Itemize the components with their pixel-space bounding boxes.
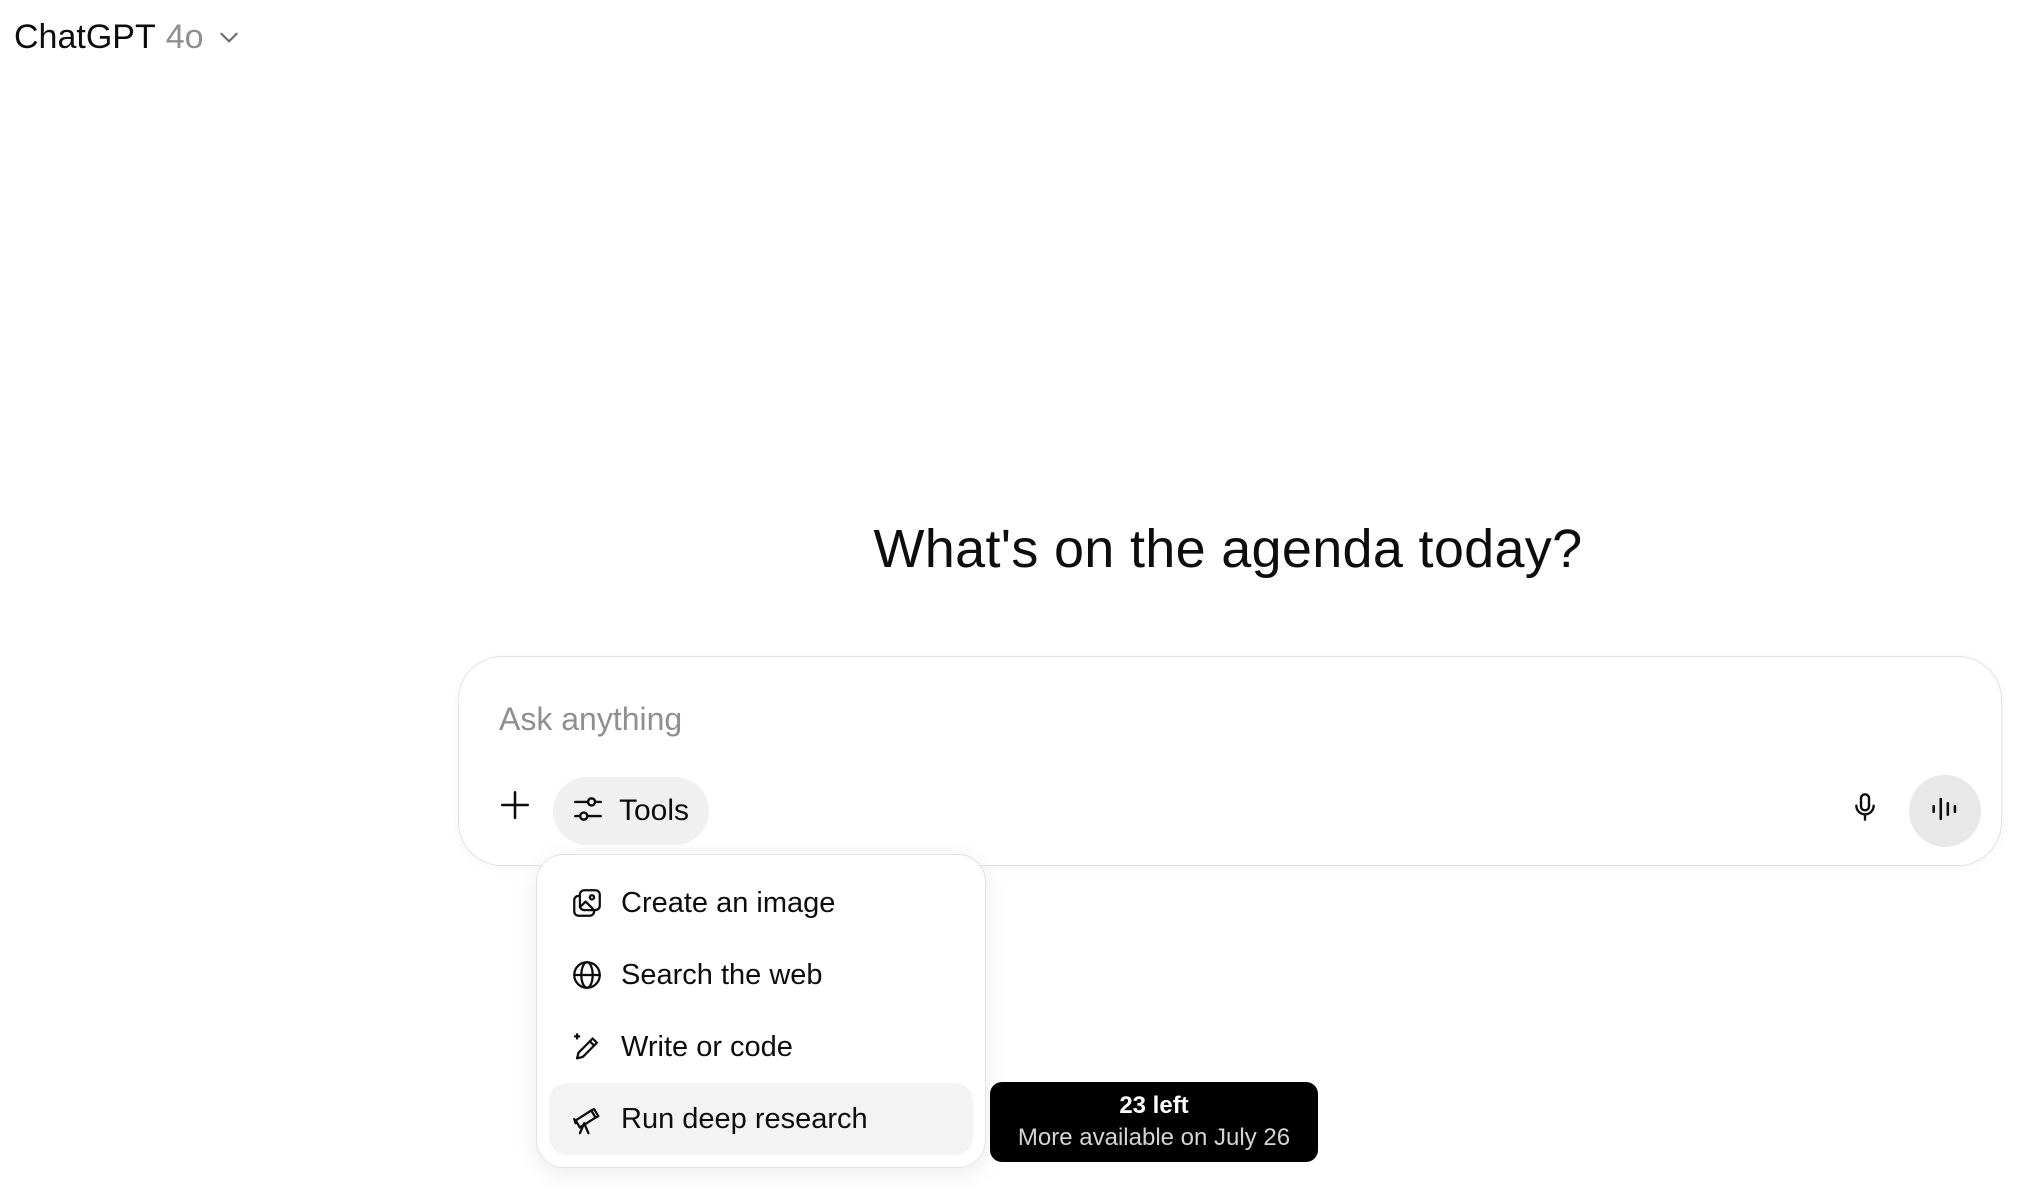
usage-tooltip: 23 left More available on July 26: [990, 1082, 1318, 1162]
model-name: ChatGPT: [14, 17, 156, 56]
menu-item-write-code[interactable]: Write or code: [549, 1011, 973, 1083]
model-selector[interactable]: ChatGPT 4o: [10, 12, 246, 62]
menu-item-label: Search the web: [621, 958, 823, 991]
image-icon: [569, 885, 605, 921]
voice-waveform-icon: [1928, 792, 1962, 831]
composer: Tools: [458, 656, 2002, 866]
menu-item-label: Run deep research: [621, 1102, 868, 1135]
dictate-button[interactable]: [1835, 779, 1895, 839]
tools-label: Tools: [619, 794, 690, 827]
chat-home: ChatGPT 4o What's on the agenda today? T…: [0, 0, 2036, 1198]
voice-mode-button[interactable]: [1909, 775, 1981, 847]
tools-menu: Create an image Search the web Write or …: [536, 854, 986, 1168]
microphone-icon: [1849, 791, 1881, 828]
model-version: 4o: [165, 17, 204, 56]
tooltip-subtitle: More available on July 26: [1017, 1124, 1291, 1151]
menu-item-label: Write or code: [621, 1030, 793, 1063]
pencil-sparkle-icon: [569, 1029, 605, 1065]
chevron-down-icon: [216, 24, 242, 50]
plus-icon: [498, 788, 532, 827]
prompt-input[interactable]: [499, 691, 1899, 747]
add-attachment-button[interactable]: [487, 779, 543, 835]
globe-icon: [569, 957, 605, 993]
sliders-icon: [571, 792, 605, 831]
page-headline: What's on the agenda today?: [873, 519, 1583, 579]
menu-item-create-image[interactable]: Create an image: [549, 867, 973, 939]
tools-button[interactable]: Tools: [553, 777, 710, 845]
menu-item-label: Create an image: [621, 886, 836, 919]
telescope-icon: [569, 1101, 605, 1137]
tooltip-title: 23 left: [1119, 1092, 1189, 1119]
menu-item-search-web[interactable]: Search the web: [549, 939, 973, 1011]
menu-item-deep-research[interactable]: Run deep research: [549, 1083, 973, 1155]
